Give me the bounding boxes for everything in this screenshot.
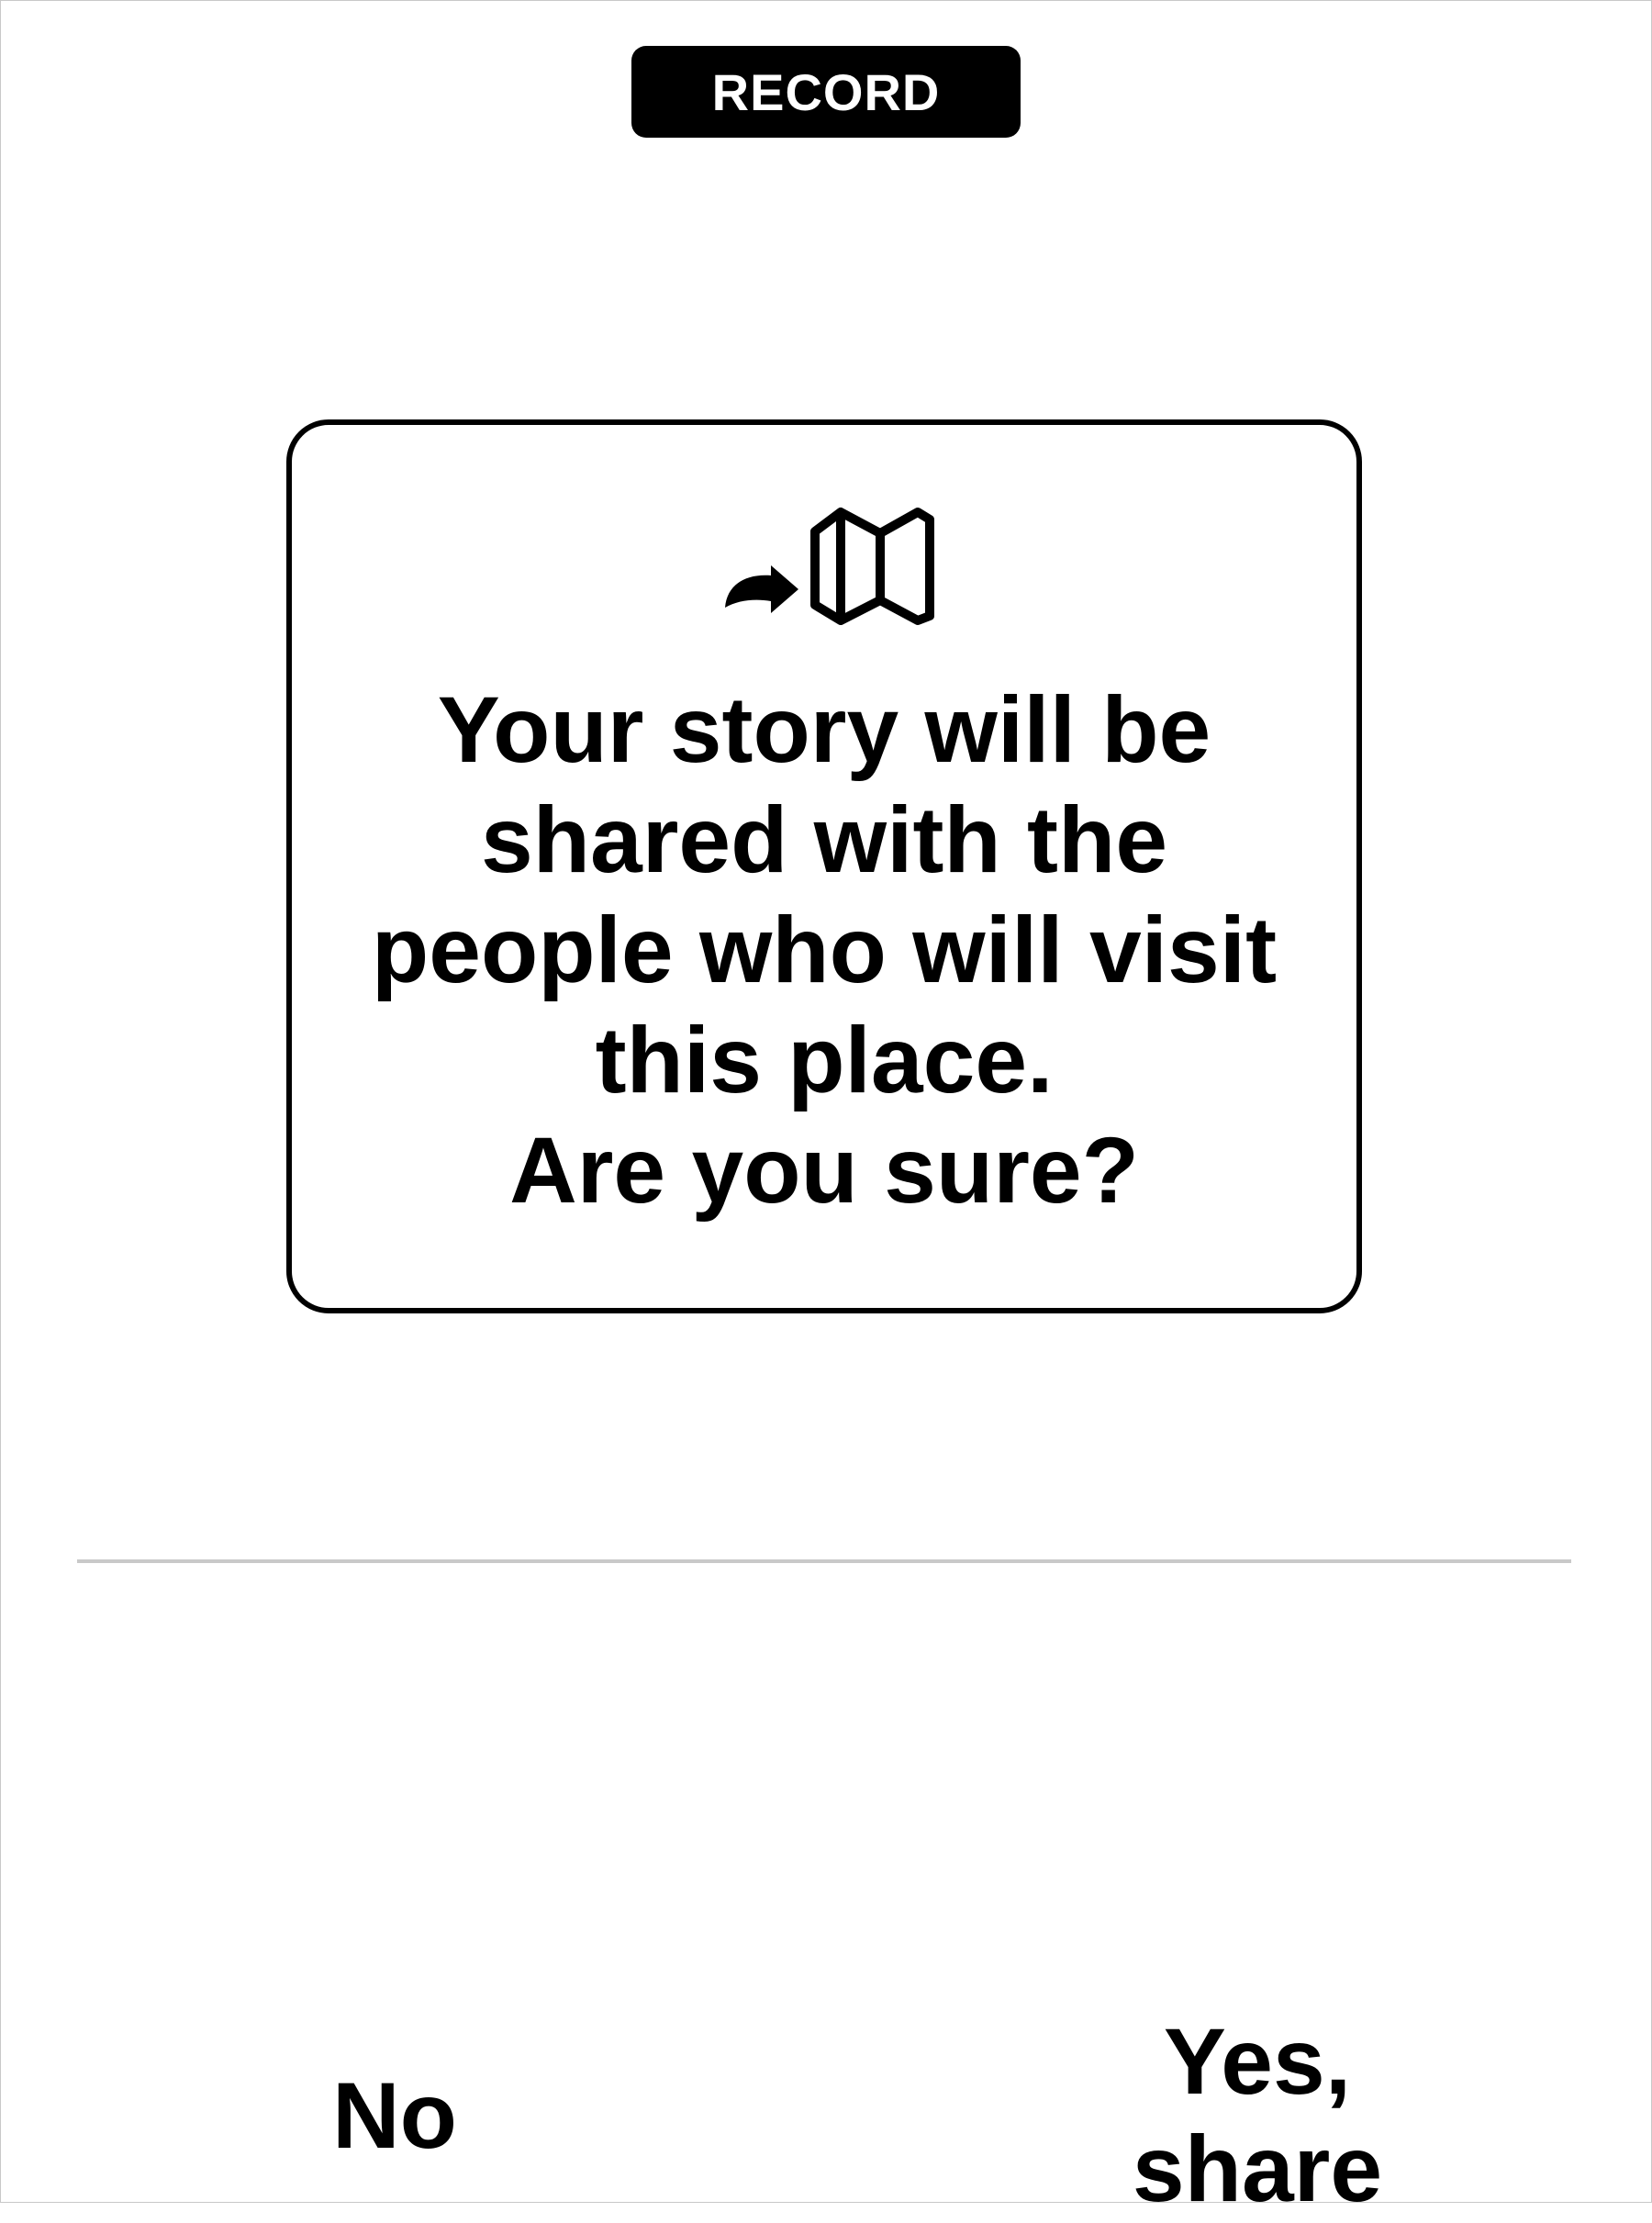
- yes-share-button[interactable]: Yes, share: [1037, 2009, 1478, 2221]
- share-to-map-icon: [725, 508, 934, 625]
- record-badge: RECORD: [631, 46, 1021, 138]
- no-button[interactable]: No: [303, 2056, 486, 2175]
- confirmation-card: Your story will be shared with the peopl…: [286, 419, 1362, 1313]
- confirmation-message: Your story will be shared with the peopl…: [371, 677, 1278, 1223]
- divider: [77, 1559, 1571, 1563]
